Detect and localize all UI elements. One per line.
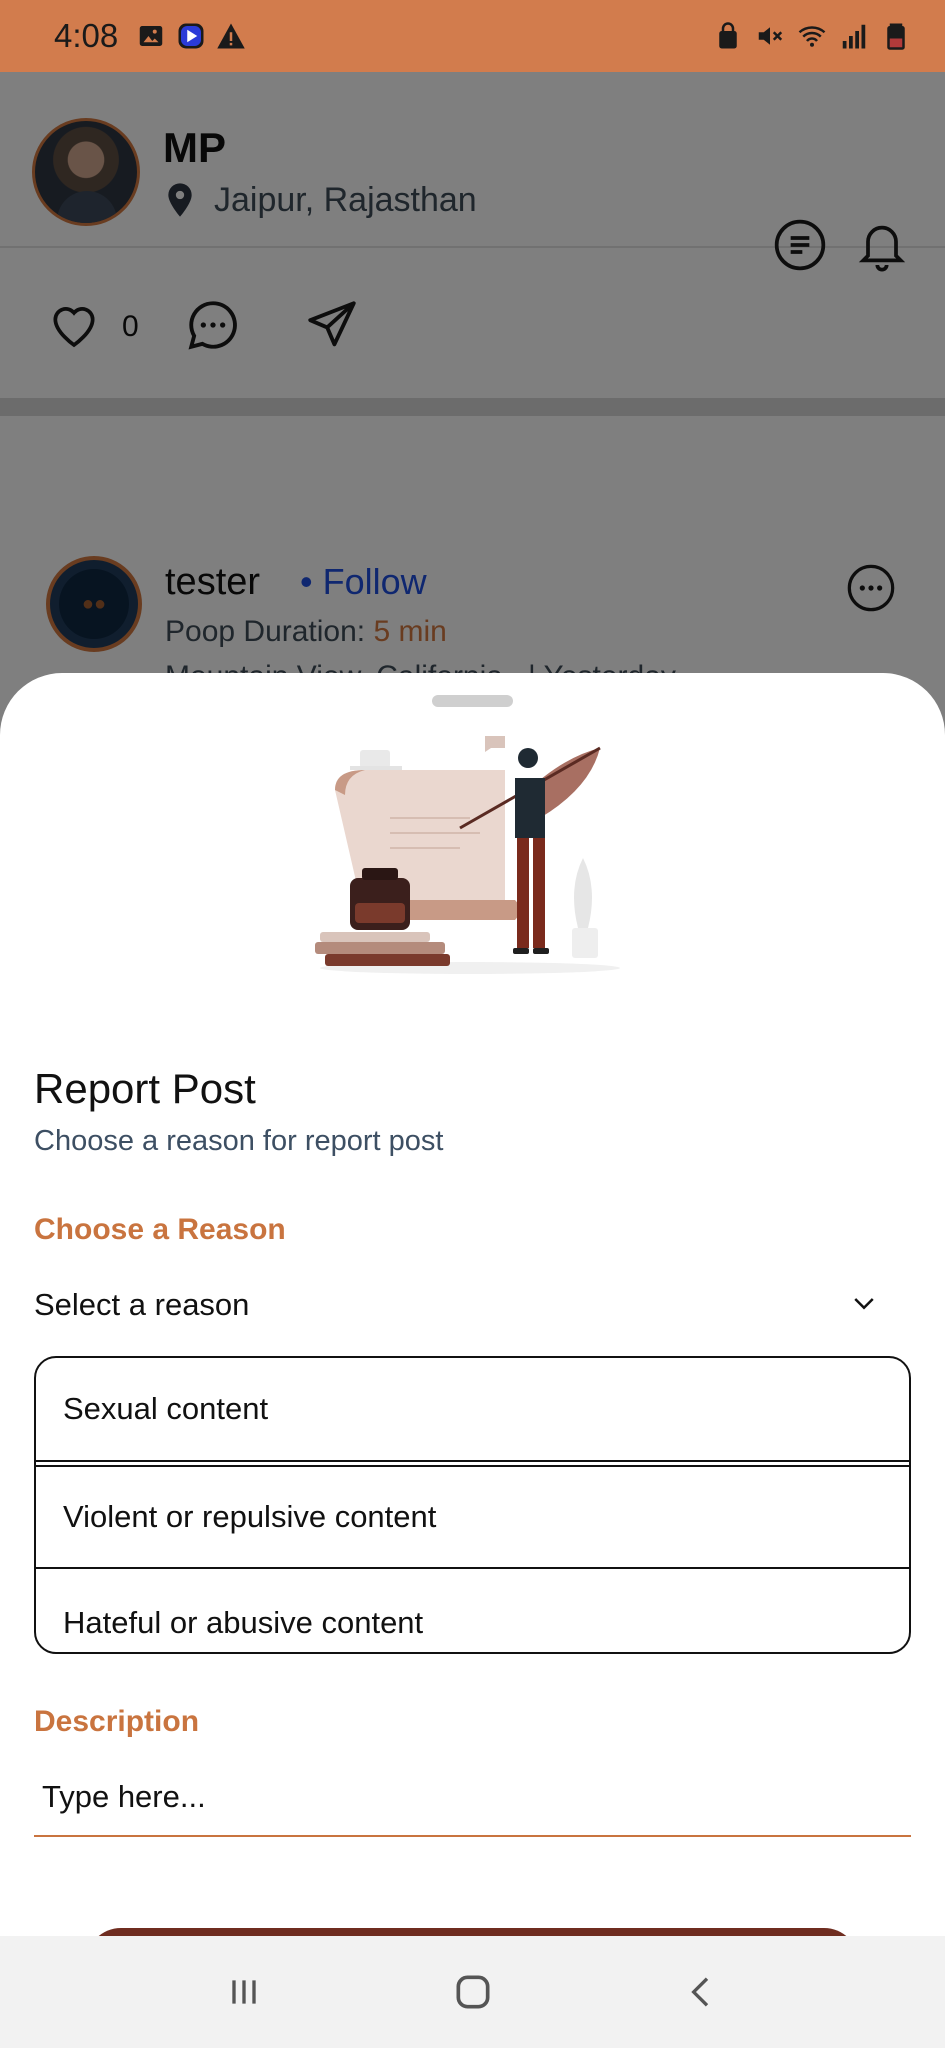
play-icon <box>178 23 204 49</box>
system-nav-bar <box>0 1936 945 2048</box>
report-bottom-sheet: Report Post Choose a reason for report p… <box>0 673 945 1973</box>
recent-apps-icon[interactable] <box>224 1972 264 2012</box>
battery-icon <box>887 23 905 50</box>
reason-select-value: Select a reason <box>34 1287 250 1322</box>
mute-icon <box>758 27 783 45</box>
reason-option[interactable]: Hateful or abusive content <box>36 1571 909 1652</box>
description-input[interactable] <box>34 1759 911 1837</box>
reason-option[interactable]: Violent or repulsive content <box>36 1465 909 1569</box>
lock-icon <box>719 22 737 49</box>
report-illustration <box>315 736 620 974</box>
sheet-subtitle: Choose a reason for report post <box>34 1125 444 1157</box>
back-icon[interactable] <box>682 1972 722 2012</box>
status-time: 4:08 <box>54 17 119 54</box>
signal-icon <box>842 24 866 49</box>
wifi-icon <box>798 26 826 47</box>
chevron-down-icon <box>854 1298 874 1310</box>
image-icon <box>139 26 163 46</box>
sheet-drag-handle[interactable] <box>432 695 513 707</box>
reason-option[interactable]: Sexual content <box>36 1358 909 1462</box>
description-label: Description <box>34 1705 200 1738</box>
reason-select[interactable]: Select a reason <box>34 1277 911 1333</box>
status-bar: 4:08 <box>0 0 945 72</box>
reason-label: Choose a Reason <box>34 1213 286 1246</box>
warning-icon <box>217 23 245 49</box>
reason-options-list: Sexual content Violent or repulsive cont… <box>34 1356 911 1654</box>
home-icon[interactable] <box>451 1970 495 2014</box>
sheet-title: Report Post <box>34 1065 256 1112</box>
